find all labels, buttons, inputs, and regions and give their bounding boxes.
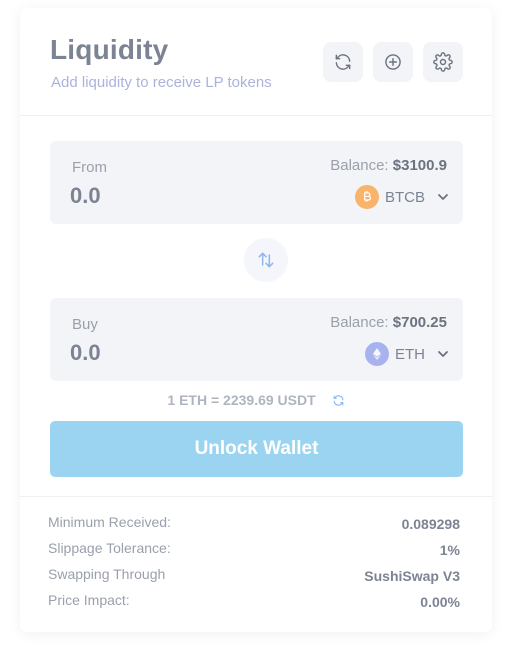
- gear-icon: [433, 52, 453, 72]
- buy-amount-input[interactable]: [70, 340, 270, 366]
- refresh-button[interactable]: [323, 42, 363, 82]
- from-token-selector[interactable]: BTCB: [354, 184, 449, 210]
- buy-token-selector[interactable]: ETH: [365, 341, 449, 367]
- detail-row: Slippage Tolerance: 1%: [48, 538, 460, 564]
- settings-button[interactable]: [423, 42, 463, 82]
- exchange-rate-text: 1 ETH = 2239.69 USDT: [167, 392, 316, 408]
- from-amount-input[interactable]: [70, 183, 270, 209]
- swap-details: Minimum Received: 0.089298 Slippage Tole…: [48, 512, 460, 616]
- page-title: Liquidity: [50, 34, 169, 65]
- detail-value: SushiSwap V3: [364, 568, 460, 584]
- detail-label: Swapping Through: [48, 566, 166, 582]
- divider: [20, 496, 492, 497]
- swap-arrows-icon: [258, 252, 274, 268]
- chevron-down-icon: [437, 348, 449, 360]
- buy-balance-label: Balance:: [330, 314, 389, 331]
- detail-value: 0.00%: [420, 594, 460, 610]
- detail-row: Price Impact: 0.00%: [48, 590, 460, 616]
- liquidity-card: Liquidity Add liquidity to receive LP to…: [20, 8, 492, 632]
- buy-balance: Balance: $700.25: [330, 314, 447, 331]
- from-balance: Balance: $3100.9: [330, 157, 447, 174]
- detail-label: Price Impact:: [48, 592, 130, 608]
- swap-direction-button[interactable]: [244, 238, 288, 282]
- buy-panel: Buy Balance: $700.25 ETH: [50, 298, 463, 381]
- buy-label: Buy: [72, 316, 98, 333]
- detail-value: 1%: [439, 542, 460, 558]
- btc-token-icon: [354, 185, 379, 209]
- detail-label: Minimum Received:: [48, 514, 171, 530]
- chevron-down-icon: [437, 191, 449, 203]
- from-token-name: BTCB: [384, 188, 425, 206]
- from-balance-label: Balance:: [330, 157, 389, 174]
- add-liquidity-button[interactable]: [373, 42, 413, 82]
- refresh-rate-icon[interactable]: [332, 394, 345, 407]
- detail-label: Slippage Tolerance:: [48, 540, 171, 556]
- bitcoin-icon: [364, 191, 371, 202]
- ethereum-icon: [372, 348, 382, 360]
- detail-row: Minimum Received: 0.089298: [48, 512, 460, 538]
- unlock-wallet-button[interactable]: Unlock Wallet: [50, 421, 463, 477]
- buy-balance-value: $700.25: [392, 314, 447, 331]
- from-panel: From Balance: $3100.9 BTCB: [50, 141, 463, 224]
- eth-token-icon: [365, 342, 389, 366]
- detail-value: 0.089298: [401, 516, 460, 532]
- detail-row: Swapping Through SushiSwap V3: [48, 564, 460, 590]
- card-header: Liquidity Add liquidity to receive LP to…: [20, 8, 492, 116]
- refresh-icon: [335, 54, 351, 70]
- buy-token-name: ETH: [395, 345, 425, 363]
- from-label: From: [72, 159, 107, 176]
- exchange-rate: 1 ETH = 2239.69 USDT: [20, 392, 492, 408]
- from-balance-value: $3100.9: [392, 157, 447, 174]
- page-subtitle: Add liquidity to receive LP tokens: [51, 74, 272, 91]
- plus-circle-icon: [385, 54, 401, 70]
